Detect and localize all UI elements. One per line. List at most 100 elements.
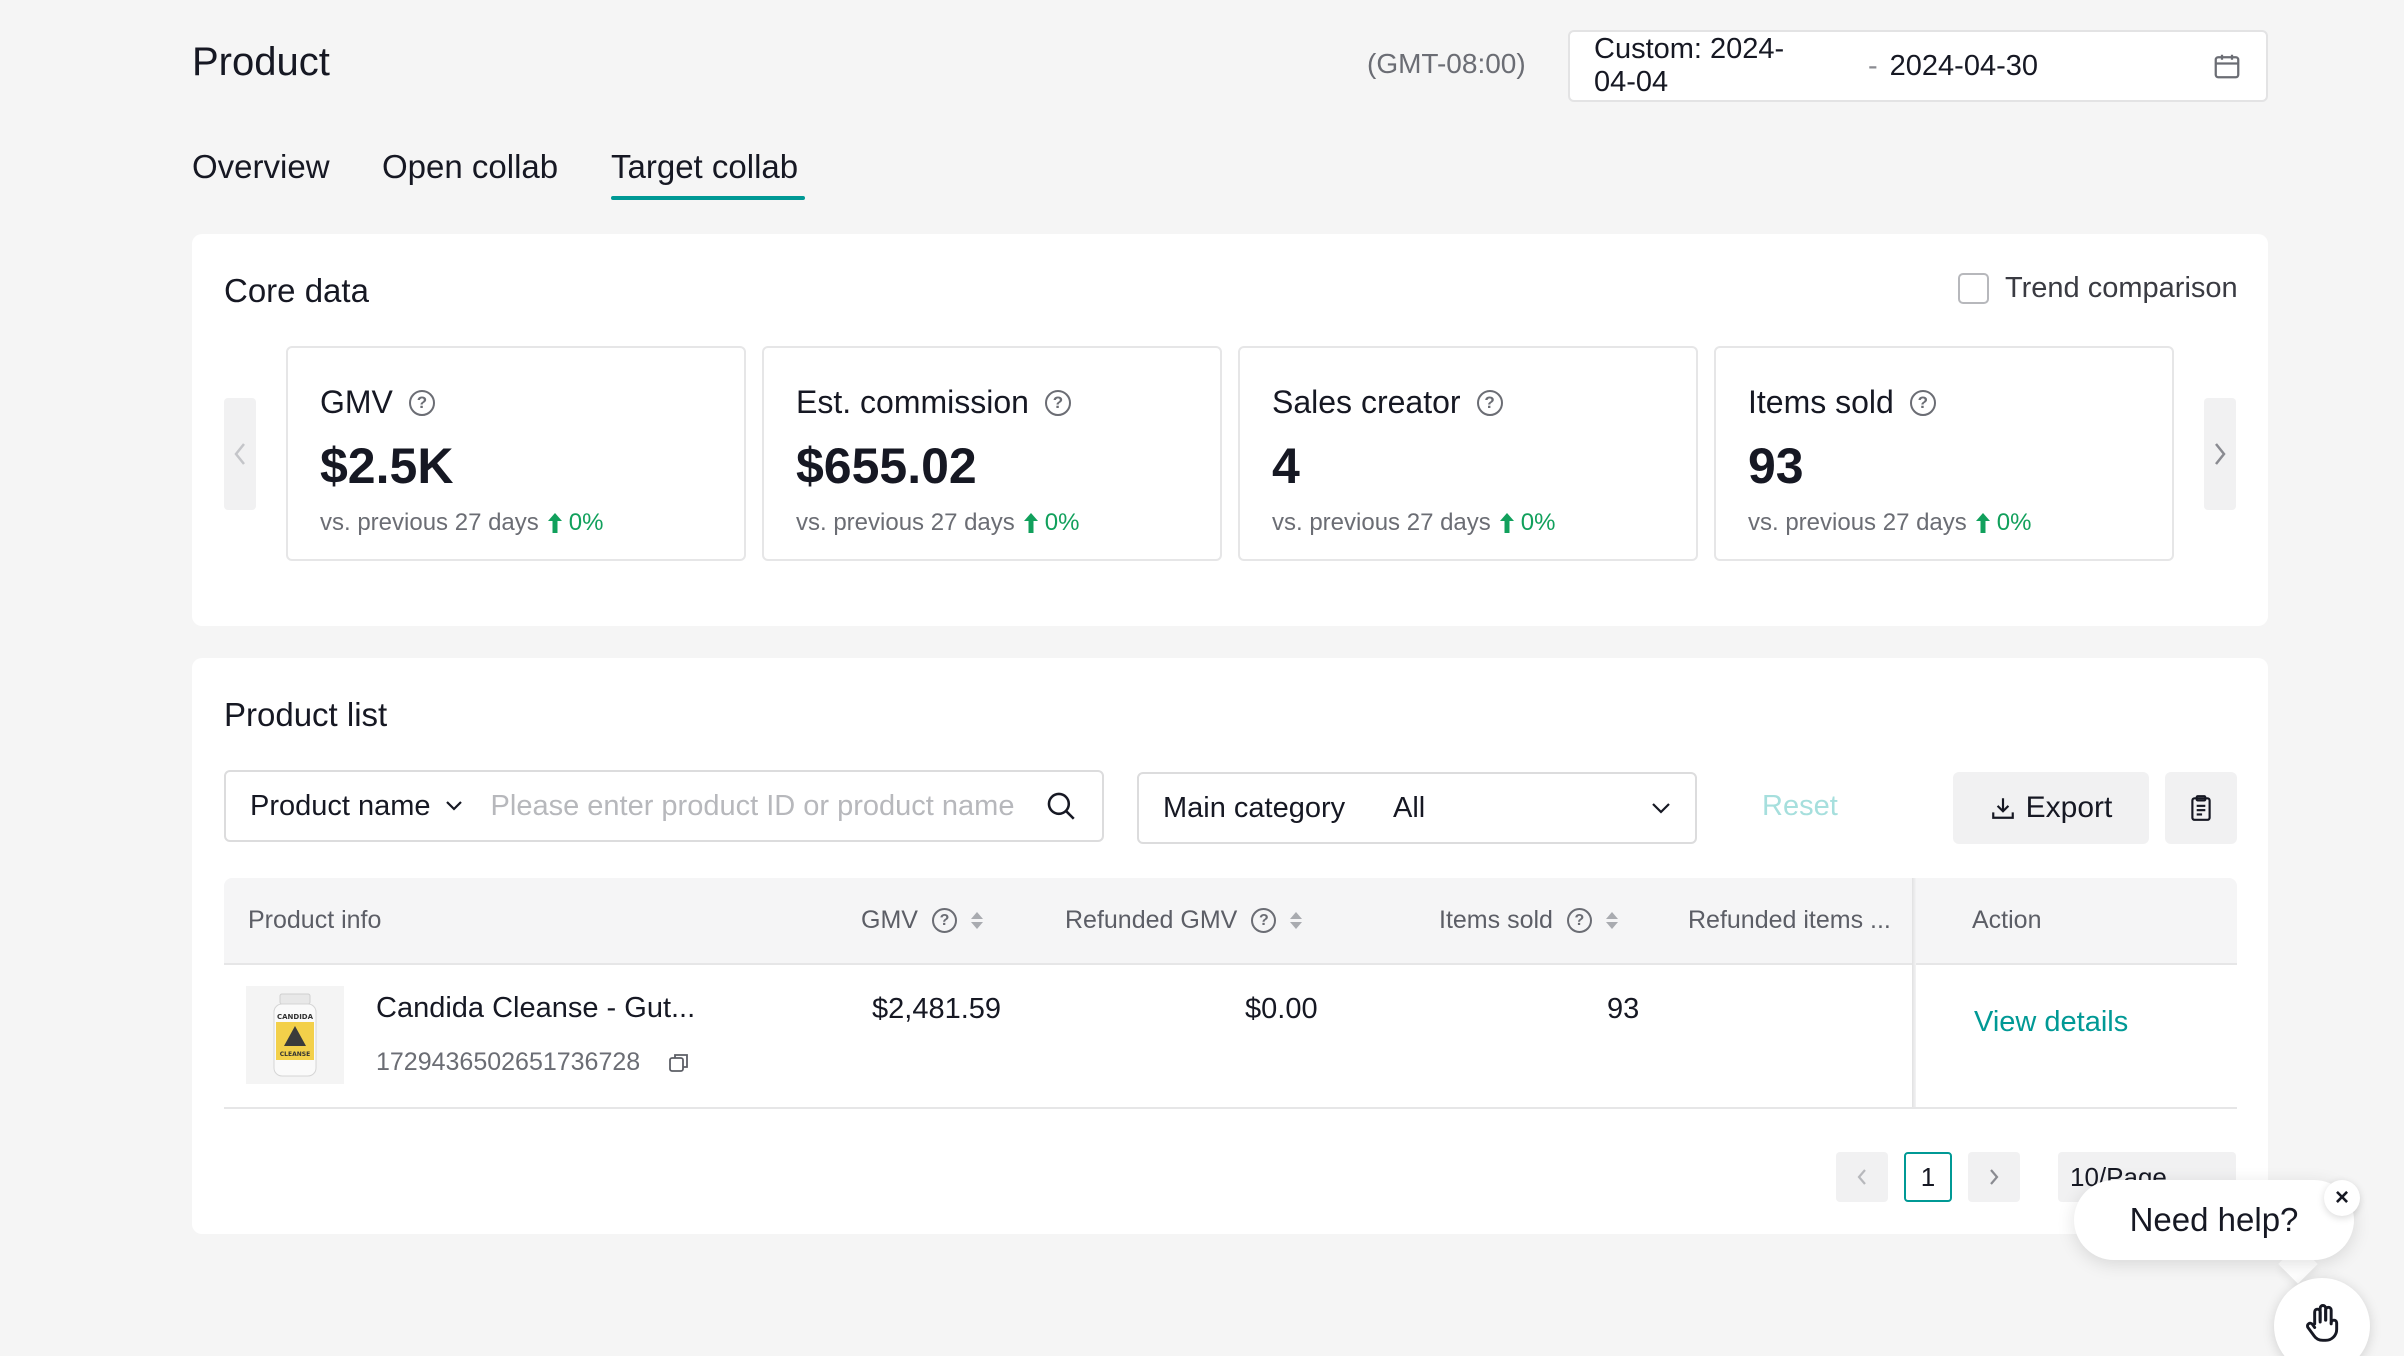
metric-label: GMV [320,384,393,420]
metric-card-gmv: GMV? $2.5K vs. previous 27 days 0% [286,346,746,561]
carousel-next-button[interactable] [2204,398,2236,510]
help-icon[interactable]: ? [1044,389,1071,416]
waving-hand-icon [2306,1304,2339,1342]
metric-value: 4 [1272,438,1300,494]
reset-button[interactable]: Reset [1762,790,1838,823]
trend-comparison-label: Trend comparison [2005,272,2238,304]
help-icon[interactable]: ? [408,389,435,416]
tab-open-collab[interactable]: Open collab [382,148,558,186]
date-range-picker[interactable]: Custom: 2024-04-04 - 2024-04-30 [1568,30,2268,102]
product-thumbnail[interactable]: CANDIDA CLEANSE [246,986,344,1084]
product-label-line1: CANDIDA [277,1013,314,1021]
metric-change: 0% [1044,509,1080,536]
column-header-label: Product info [248,906,382,934]
date-range-end: 2024-04-30 [1889,49,2039,82]
chevron-left-icon [234,443,245,465]
page-title: Product [192,40,330,84]
need-help-bubble[interactable]: Need help? [2074,1180,2354,1260]
metric-comparison: vs. previous 27 days [1748,509,1967,536]
cell-gmv: $2,481.59 [872,993,1002,1025]
help-icon[interactable]: ? [1476,389,1503,416]
metric-comparison: vs. previous 27 days [320,509,539,536]
help-button[interactable] [2274,1278,2370,1356]
need-help-label: Need help? [2129,1201,2299,1238]
view-details-link[interactable]: View details [1974,1006,2128,1039]
date-range-separator: - [1868,49,1878,82]
product-name[interactable]: Candida Cleanse - Gut... [376,992,695,1025]
metric-value: $2.5K [320,438,454,494]
metric-change: 0% [1520,509,1556,536]
help-icon[interactable]: ? [1251,908,1277,933]
cell-refunded-gmv: $0.00 [1245,993,1318,1025]
tab-overview[interactable]: Overview [192,148,330,186]
download-icon [1991,798,2014,819]
metric-value: 93 [1748,438,1804,494]
main-category-select[interactable]: Main category All [1137,772,1697,844]
clipboard-icon [2191,795,2211,821]
copy-icon[interactable] [668,1052,690,1074]
metric-value: $655.02 [796,438,977,494]
chevron-right-icon [2215,443,2226,465]
product-list-title: Product list [224,696,388,733]
metric-change: 0% [1996,509,2032,536]
column-header-label: GMV [861,906,918,934]
product-search: Product name Please enter product ID or … [224,770,1104,842]
metric-label: Est. commission [796,384,1029,420]
timezone-label: (GMT-08:00) [1367,48,1526,79]
pagination-prev-button[interactable] [1836,1152,1888,1202]
product-label-line2: CLEANSE [280,1051,310,1058]
supplement-bottle-image: CANDIDA CLEANSE [246,986,344,1084]
trend-comparison-toggle[interactable]: Trend comparison [1958,272,2238,305]
metric-comparison: vs. previous 27 days [1272,509,1491,536]
chevron-right-icon [1990,1169,1999,1185]
search-field-select[interactable]: Product name [250,790,463,823]
metric-comparison: vs. previous 27 days [796,509,1015,536]
product-id-row: 1729436502651736728 [376,1048,690,1077]
pagination-next-button[interactable] [1968,1152,2020,1202]
column-header-items-sold[interactable]: Items sold ? [1439,906,1618,935]
column-header-label: Action [1972,906,2042,934]
calendar-icon[interactable] [2212,51,2242,81]
help-icon[interactable]: ? [1566,908,1592,933]
close-icon[interactable]: × [2324,1180,2360,1216]
metric-card-est-commission: Est. commission? $655.02 vs. previous 27… [762,346,1222,561]
search-field-select-label: Product name [250,789,431,822]
pagination-page-1[interactable]: 1 [1904,1152,1952,1202]
arrow-up-icon [547,513,562,533]
active-tab-indicator [611,196,805,200]
column-header-label: Items sold [1439,906,1553,934]
trend-comparison-checkbox[interactable] [1958,273,1989,304]
sort-icon[interactable] [1605,912,1618,929]
column-header-refunded-items[interactable]: Refunded items ... [1688,906,1891,935]
column-header-label: Refunded GMV [1065,906,1238,934]
carousel-prev-button[interactable] [224,398,256,510]
metric-change: 0% [568,509,604,536]
column-settings-button[interactable] [2165,772,2237,844]
metric-label: Items sold [1748,384,1894,420]
column-header-refunded-gmv[interactable]: Refunded GMV ? [1065,906,1303,935]
help-icon[interactable]: ? [931,908,957,933]
core-data-title: Core data [224,272,369,309]
chevron-down-icon [445,801,462,811]
cell-items-sold: 93 [1607,993,1640,1025]
column-header-label: Refunded items ... [1688,906,1891,934]
search-icon[interactable] [1044,789,1078,823]
arrow-up-icon [1499,513,1514,533]
product-id: 1729436502651736728 [376,1048,641,1076]
tab-target-collab[interactable]: Target collab [611,148,798,186]
divider [224,1107,2237,1109]
divider [224,963,2237,965]
chevron-left-icon [1857,1169,1866,1185]
search-input[interactable]: Please enter product ID or product name [491,790,1044,823]
sort-icon[interactable] [1290,912,1303,929]
sort-icon[interactable] [970,912,983,929]
column-header-gmv[interactable]: GMV ? [861,906,983,935]
date-range-start: Custom: 2024-04-04 [1594,33,1785,98]
arrow-up-icon [1975,513,1990,533]
export-label: Export [2025,791,2113,824]
help-icon[interactable]: ? [1909,389,1936,416]
column-header-product-info: Product info [248,906,381,935]
export-button[interactable]: Export [1953,772,2149,844]
main-category-label: Main category [1163,791,1346,824]
sticky-column-divider [1912,878,1916,1108]
